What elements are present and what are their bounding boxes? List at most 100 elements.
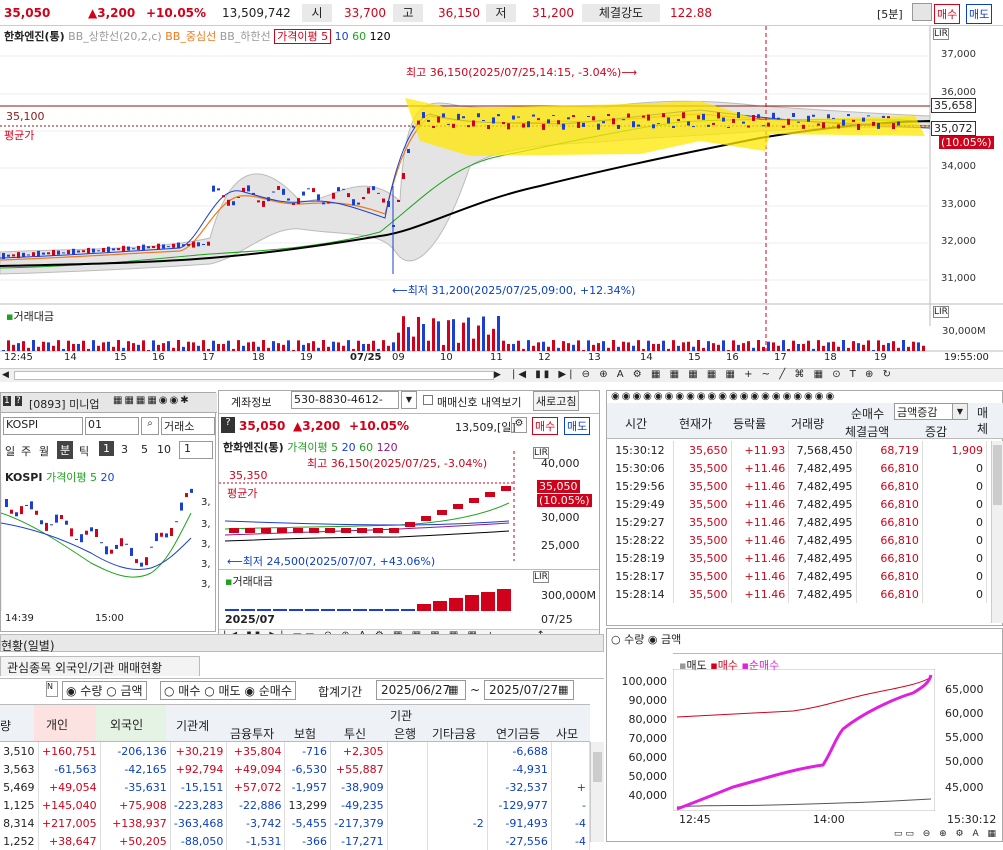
table-row[interactable]: 8,314 +217,005 +138,937 -363,468 -3,742 -5,45… [0, 814, 591, 832]
investor-tab[interactable]: 관심종목 외국인/기관 매매현황 [0, 656, 200, 676]
table-row[interactable]: 5,469 +49,054 -35,631 -15,151 +57,072 -1,957-… [0, 778, 591, 796]
calendar-icon[interactable]: ▦ [558, 683, 568, 696]
flow-line-chart[interactable] [673, 669, 935, 811]
table-row[interactable]: 15:30:06 35,500 +11.46 7,482,495 66,810 0 [607, 459, 988, 477]
volume-bar [487, 334, 490, 351]
table-row[interactable]: 1,252 +38,647 +50,205 -88,050 -1,531 -366 -17,… [0, 832, 591, 850]
volume-bar [132, 343, 135, 351]
radio-sell[interactable]: ○ 매도 [204, 684, 240, 698]
mini-title-bar: 1 ? [0893] 미니업 ▦▦▦▦◉◉✱ [1, 393, 217, 413]
gear-icon[interactable]: ⚙ [511, 417, 527, 433]
mini-window-tools[interactable]: ▦▦▦▦◉◉✱ [113, 395, 191, 406]
sell-button[interactable]: 매도 [966, 4, 993, 24]
tab-1[interactable]: 1 [99, 441, 114, 456]
axis-options-icon[interactable]: LIR [533, 571, 549, 583]
acct-sell-button[interactable]: 매도 [564, 417, 591, 435]
table-row[interactable]: 15:28:22 35,500 +11.46 7,482,495 66,810 0 [607, 531, 988, 549]
volume-bar [292, 349, 295, 351]
investor-scrollbar[interactable] [590, 742, 604, 842]
tab-month[interactable]: 월 [39, 443, 49, 459]
table-row[interactable]: 15:28:17 35,500 +11.46 7,482,495 66,810 0 [607, 567, 988, 585]
tab-day[interactable]: 일 [5, 443, 15, 459]
mini-market-select[interactable]: 거래소 [161, 417, 215, 435]
table-cell: +160,751 [38, 742, 101, 760]
tab-10[interactable]: 10 [157, 443, 171, 456]
radio-amt[interactable]: ○ 금액 [106, 684, 142, 698]
radio-qty[interactable]: ◉ 수량 [66, 684, 102, 698]
table-row[interactable]: 15:28:14 35,500 +11.46 7,482,495 66,810 0 [607, 585, 988, 603]
volume-bar [167, 341, 170, 351]
tab-minute[interactable]: 분 [57, 441, 74, 459]
chevron-down-icon[interactable]: ▼ [952, 403, 968, 420]
search-icon[interactable]: ⌕ [141, 417, 159, 435]
chart-toolbar[interactable]: |◀ ▮▮ ▶| ⊖ ⊕ A ⚙ ▦ ▦ ▦ ▦ ▦ + ~ ╱ ⌘ ▦ ⊙ T… [512, 369, 894, 380]
chart-scrollbar[interactable]: ◀ ▶ |◀ ▮▮ ▶| ⊖ ⊕ A ⚙ ▦ ▦ ▦ ▦ ▦ + ~ ╱ ⌘ ▦… [0, 368, 1003, 382]
mini-candle-chart[interactable] [1, 483, 201, 611]
flow-toolbar[interactable]: ▭▭ ⊖ ⊕ ⚙ A ▦ [673, 829, 1003, 841]
volume-bar [492, 328, 495, 351]
table-row[interactable]: 1,125 +145,040 +75,908 -223,283 -22,886 13,29… [0, 796, 591, 814]
table-cell: +217,005 [38, 814, 101, 832]
scroll-thumb[interactable] [14, 371, 494, 380]
radio-amount[interactable]: ◉ 금액 [648, 633, 681, 646]
tab-3[interactable]: 3 [121, 443, 128, 456]
candle [132, 248, 135, 250]
tab-custom[interactable]: 1 [179, 441, 213, 459]
scroll-right-arrow[interactable]: ▶ [494, 370, 501, 380]
acct-buy-button[interactable]: 매수 [532, 417, 559, 435]
radio-buy[interactable]: ○ 매수 [164, 684, 200, 698]
table-row[interactable]: 15:29:49 35,500 +11.46 7,482,495 66,810 0 [607, 495, 988, 513]
volume-bar [327, 346, 330, 351]
table-row[interactable]: 15:29:27 35,500 +11.46 7,482,495 66,810 0 [607, 513, 988, 531]
table-row[interactable]: 15:29:56 35,500 +11.46 7,482,495 66,810 0 [607, 477, 988, 495]
col-header-foreign: 외국인 [96, 705, 166, 741]
mini-code-input[interactable]: KOSPI [3, 417, 83, 435]
table-row[interactable]: 15:30:12 35,650 +11.93 7,568,450 68,719 1,909 [607, 441, 988, 459]
dropdown-button[interactable] [912, 3, 932, 21]
candle [85, 530, 88, 535]
axis-options-icon[interactable]: LIR [933, 28, 949, 40]
candle [167, 246, 170, 248]
investor-table: 3,510 +160,751 -206,136 +30,219 +35,804 -716 +… [0, 742, 591, 850]
tick-table-scrollbar[interactable] [991, 441, 1003, 623]
table-cell: 15:28:14 [607, 585, 674, 603]
candle [347, 193, 350, 198]
filter-select[interactable]: 금액증감 [894, 403, 954, 420]
refresh-button[interactable]: 새로고침 [533, 391, 580, 411]
table-cell: 7,482,495 [788, 585, 857, 603]
volume-bar [657, 343, 660, 351]
tab-5[interactable]: 5 [141, 443, 148, 456]
mini-code2-input[interactable]: 01 [85, 417, 139, 435]
x-tick: 14 [64, 352, 77, 363]
tab-week[interactable]: 주 [21, 443, 31, 459]
table-row[interactable]: 3,563 -61,563 -42,165 +92,794 +49,094 -6,530 +… [0, 760, 591, 778]
candle [115, 544, 118, 549]
candle [182, 244, 185, 247]
radio-net[interactable]: ◉ 순매수 [244, 684, 291, 698]
signal-checkbox[interactable] [423, 395, 433, 405]
table-row[interactable]: 3,510 +160,751 -206,136 +30,219 +35,804 -716 +… [0, 742, 591, 760]
tab-tick[interactable]: 틱 [79, 443, 89, 459]
volume-bar [342, 345, 345, 351]
daily-candle-chart[interactable] [219, 451, 531, 561]
volume-axis-icon[interactable]: LIR [933, 306, 949, 318]
volume-bar [637, 340, 640, 351]
candle [282, 188, 285, 195]
acct-change: ▲3,200 [293, 419, 341, 433]
candle [127, 246, 130, 251]
radio-quantity[interactable]: ○ 수량 [611, 633, 644, 646]
tick-table-toolbar[interactable]: ◉◉◉◉◉◉◉◉◉◉◉◉◉◉◉◉◉◉◉◉◉ [607, 391, 1003, 403]
buy-button[interactable]: 매수 [934, 4, 961, 24]
candle [307, 188, 310, 190]
table-row[interactable]: 15:28:19 35,500 +11.46 7,482,495 66,810 0 [607, 549, 988, 567]
small-toggle-icon[interactable]: N [46, 681, 58, 697]
volume-bar [647, 340, 650, 351]
account-select[interactable]: 530-8830-4612- [291, 391, 399, 409]
calendar-icon[interactable]: ▦ [448, 683, 458, 696]
chevron-down-icon[interactable]: ▼ [401, 391, 417, 409]
volume-bar [472, 338, 475, 351]
table-cell: 15:29:27 [607, 513, 674, 531]
candle [25, 504, 28, 506]
interval-label[interactable]: [5분] [877, 6, 903, 22]
scroll-left-arrow[interactable]: ◀ [2, 370, 9, 380]
